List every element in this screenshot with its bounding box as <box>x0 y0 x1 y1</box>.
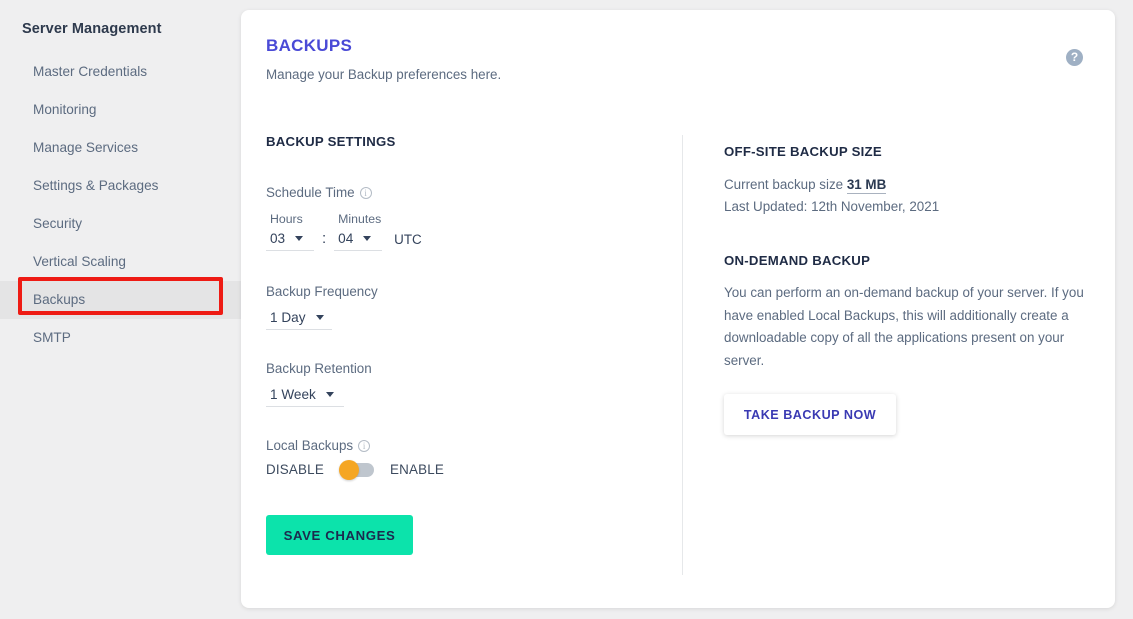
current-backup-size-value: 31 MB <box>846 177 887 194</box>
backup-retention-label: Backup Retention <box>266 361 372 376</box>
on-demand-backup-heading: ON-DEMAND BACKUP <box>724 253 871 268</box>
local-backups-label: Local Backups <box>266 438 354 453</box>
minutes-value: 04 <box>338 231 354 246</box>
chevron-down-icon <box>325 392 334 397</box>
current-backup-size-row: Current backup size 31 MB <box>724 177 887 194</box>
toggle-knob <box>338 459 359 480</box>
chevron-down-icon <box>295 236 304 241</box>
backup-settings-heading: BACKUP SETTINGS <box>266 134 396 149</box>
hours-select[interactable]: 03 <box>266 231 314 251</box>
current-backup-size-label: Current backup size <box>724 177 847 192</box>
on-demand-backup-description: You can perform an on-demand backup of y… <box>724 285 1084 368</box>
last-updated-text: Last Updated: 12th November, 2021 <box>724 199 940 214</box>
backup-settings-column: BACKUP SETTINGS Schedule Time i Hours 03 … <box>266 134 666 555</box>
minutes-group: Minutes 04 <box>334 212 383 251</box>
info-circle-icon[interactable]: i <box>359 187 372 199</box>
sidebar-item-smtp[interactable]: SMTP <box>0 319 241 357</box>
backup-frequency-value: 1 Day <box>270 310 306 325</box>
backup-frequency-select[interactable]: 1 Day <box>266 310 332 330</box>
toggle-on-label: ENABLE <box>389 462 445 477</box>
sidebar-item-master-credentials[interactable]: Master Credentials <box>0 53 241 91</box>
take-backup-now-button[interactable]: TAKE BACKUP NOW <box>724 394 896 435</box>
content-card: BACKUPS Manage your Backup preferences h… <box>241 10 1115 608</box>
local-backups-toggle-row: DISABLE ENABLE <box>266 459 445 480</box>
sidebar-nav: Master Credentials Monitoring Manage Ser… <box>0 53 241 357</box>
local-backups-toggle[interactable] <box>338 459 374 480</box>
backups-page: Server Management Master Credentials Mon… <box>0 0 1133 619</box>
sidebar-item-vertical-scaling[interactable]: Vertical Scaling <box>0 243 241 281</box>
backup-frequency-label: Backup Frequency <box>266 284 378 299</box>
sidebar-item-backups[interactable]: Backups <box>0 281 241 319</box>
column-divider <box>682 135 683 575</box>
hours-label: Hours <box>270 212 303 226</box>
sidebar-title: Server Management <box>22 21 162 37</box>
time-separator: : <box>322 230 327 247</box>
timezone-label: UTC <box>394 232 422 247</box>
sidebar-item-monitoring[interactable]: Monitoring <box>0 91 241 129</box>
sidebar-item-settings-packages[interactable]: Settings & Packages <box>0 167 241 205</box>
hours-value: 03 <box>270 231 286 246</box>
offsite-backup-size-heading: OFF-SITE BACKUP SIZE <box>724 144 882 159</box>
help-circle-icon[interactable]: ? <box>1066 49 1083 66</box>
minutes-label: Minutes <box>338 212 382 226</box>
backup-retention-value: 1 Week <box>270 387 316 402</box>
page-title: BACKUPS <box>266 36 353 55</box>
schedule-time-label: Schedule Time <box>266 185 355 200</box>
chevron-down-icon <box>315 315 324 320</box>
page-subtitle: Manage your Backup preferences here. <box>266 67 502 82</box>
sidebar-item-security[interactable]: Security <box>0 205 241 243</box>
hours-group: Hours 03 <box>266 212 314 251</box>
backup-retention-select[interactable]: 1 Week <box>266 387 344 407</box>
chevron-down-icon <box>363 236 372 241</box>
info-circle-icon[interactable]: i <box>358 440 371 452</box>
sidebar-item-manage-services[interactable]: Manage Services <box>0 129 241 167</box>
minutes-select[interactable]: 04 <box>334 231 383 251</box>
toggle-off-label: DISABLE <box>266 462 324 477</box>
local-backups-row: Local Backups i <box>266 437 371 455</box>
schedule-time-row: Schedule Time i <box>266 184 372 202</box>
save-changes-button[interactable]: SAVE CHANGES <box>266 515 413 555</box>
schedule-time-pickers: Hours 03 : Minutes 04 UTC <box>266 212 422 251</box>
sidebar: Server Management Master Credentials Mon… <box>0 0 241 619</box>
